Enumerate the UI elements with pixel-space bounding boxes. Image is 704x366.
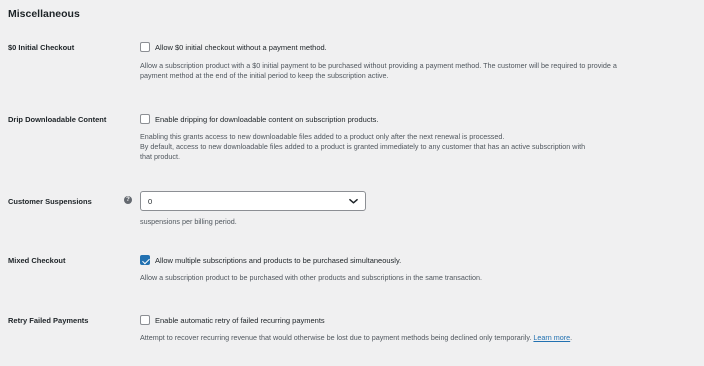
retry-failed-checkbox[interactable] [140, 315, 150, 325]
drip-content-label: Drip Downloadable Content [8, 115, 107, 124]
initial-checkout-description-line2: payment method at the end of the initial… [140, 70, 389, 80]
drip-content-checkbox-label[interactable]: Enable dripping for downloadable content… [155, 115, 378, 124]
customer-suspensions-label: Customer Suspensions [8, 197, 92, 206]
chevron-down-icon [349, 198, 358, 204]
mixed-checkout-checkbox[interactable] [140, 255, 150, 265]
learn-more-link[interactable]: Learn more [533, 333, 570, 342]
retry-failed-description-end: . [570, 333, 573, 342]
section-title: Miscellaneous [8, 8, 80, 20]
customer-suspensions-description: suspensions per billing period. [140, 217, 237, 226]
initial-checkout-checkbox[interactable] [140, 42, 150, 52]
drip-content-description-line2: By default, access to new downloadable f… [140, 141, 586, 151]
drip-content-description: Enabling this grants access to new downl… [140, 132, 695, 161]
retry-failed-label: Retry Failed Payments [8, 316, 89, 325]
mixed-checkout-label: Mixed Checkout [8, 256, 66, 265]
drip-content-checkbox[interactable] [140, 114, 150, 124]
customer-suspensions-select[interactable]: 0 [140, 191, 366, 211]
mixed-checkout-checkbox-label[interactable]: Allow multiple subscriptions and product… [155, 256, 401, 265]
initial-checkout-label: $0 Initial Checkout [8, 43, 75, 52]
retry-failed-description-text: Attempt to recover recurring revenue tha… [140, 333, 532, 342]
question-mark-icon[interactable]: ? [124, 196, 132, 204]
customer-suspensions-select-value: 0 [148, 197, 153, 206]
initial-checkout-description-line1: Allow a subscription product with a $0 i… [140, 61, 617, 70]
mixed-checkout-description: Allow a subscription product to be purch… [140, 273, 482, 282]
drip-content-description-line3: that product. [140, 151, 180, 161]
drip-content-description-line1: Enabling this grants access to new downl… [140, 132, 505, 141]
retry-failed-checkbox-label[interactable]: Enable automatic retry of failed recurri… [155, 316, 325, 325]
initial-checkout-description: Allow a subscription product with a $0 i… [140, 61, 695, 81]
retry-failed-description: Attempt to recover recurring revenue tha… [140, 333, 695, 343]
initial-checkout-checkbox-label[interactable]: Allow $0 initial checkout without a paym… [155, 43, 327, 52]
